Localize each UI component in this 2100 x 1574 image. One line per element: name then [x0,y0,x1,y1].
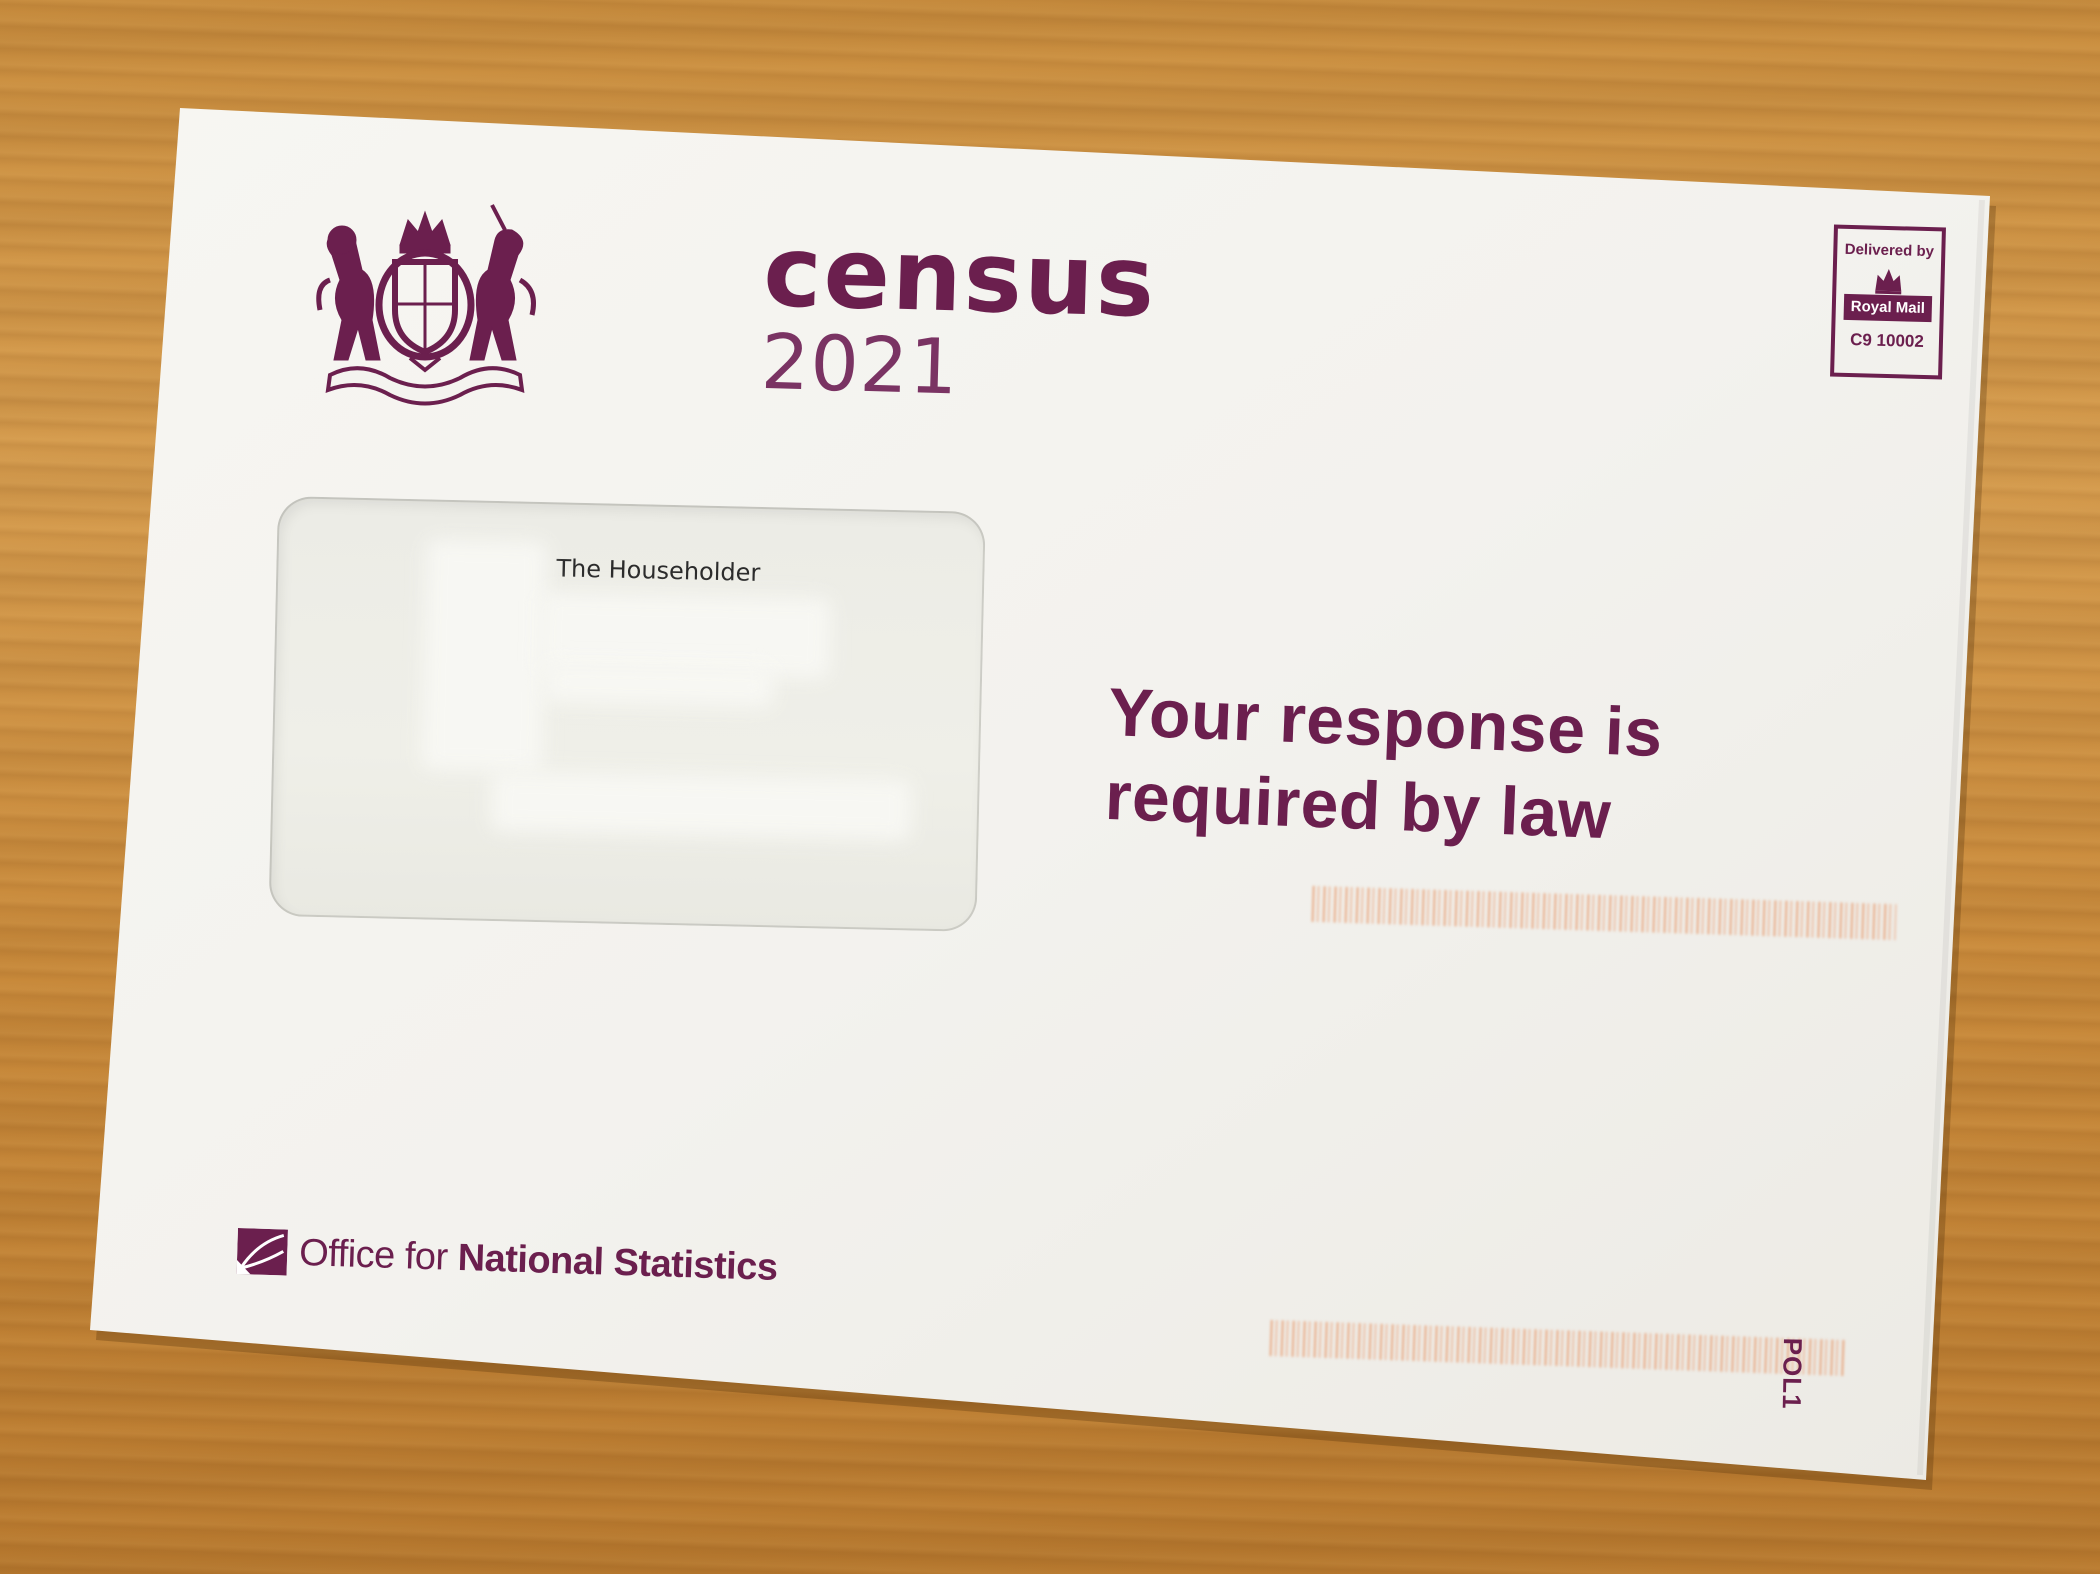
royal-mail-badge: Royal Mail [1843,264,1933,328]
census-envelope: census 2021 Delivered by Royal Mail C9 1… [0,0,2100,1574]
ons-wordmark-strong: National Statistics [457,1236,779,1289]
ons-logo-icon [236,1228,288,1276]
address-window: The Householder [268,496,986,932]
royal-mail-crown-icon [1875,269,1902,295]
redacted-address [543,662,775,708]
ons-wordmark-light: Office for [298,1231,459,1279]
redacted-address [490,770,912,841]
royal-mail-label: Royal Mail [1843,293,1933,323]
census-2021-logo: census 2021 [760,215,1158,415]
census-word: census [762,215,1158,340]
postage-code: C9 10002 [1849,330,1925,351]
redacted-address [421,539,548,773]
legal-notice: Your response is required by law [1104,670,1665,859]
delivered-by-label: Delivered by [1844,240,1935,261]
royal-coat-of-arms-icon [316,204,536,406]
pol-code: POL1 [1776,1337,1808,1410]
addressee-label: The Householder [556,554,761,587]
postage-indicia: Delivered by Royal Mail C9 10002 [1830,224,1946,380]
